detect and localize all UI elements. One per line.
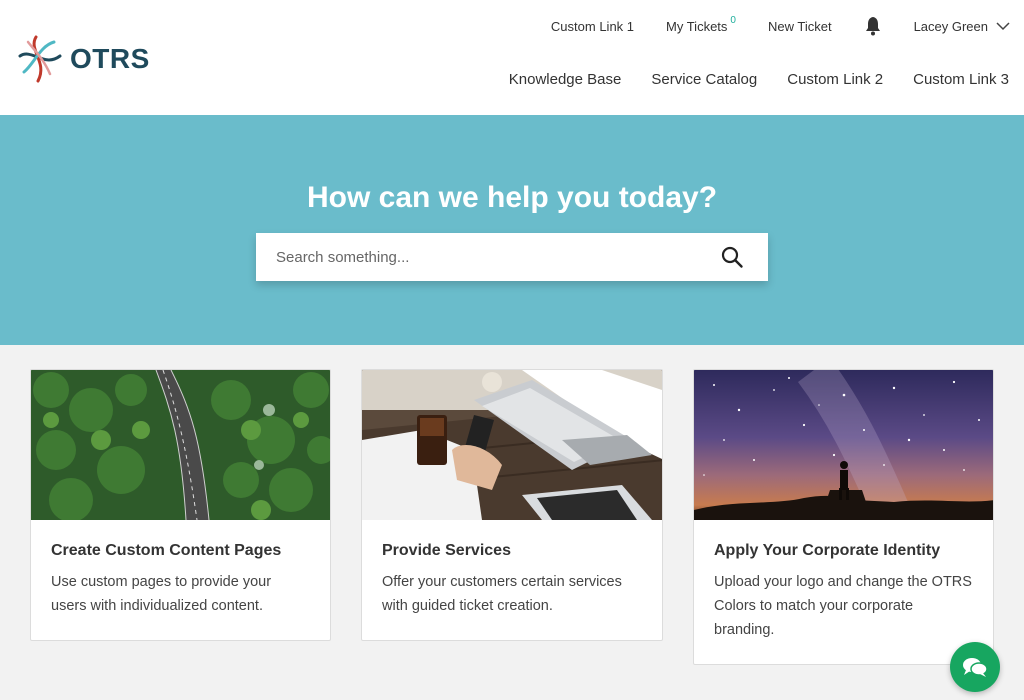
nav-custom-link-3[interactable]: Custom Link 3 <box>913 71 1009 88</box>
top-nav: Custom Link 1 My Tickets 0 New Ticket La… <box>551 15 1010 36</box>
card-title: Provide Services <box>382 542 511 559</box>
otrs-logo[interactable]: OTRS <box>14 34 150 84</box>
otrs-logo-mark-icon <box>18 35 62 83</box>
hero-banner: How can we help you today? <box>0 115 1024 345</box>
chat-button[interactable] <box>950 642 1000 692</box>
logo-wordmark: OTRS <box>70 43 150 74</box>
card-description: Use custom pages to provide your users w… <box>51 574 272 614</box>
search-box <box>256 233 768 281</box>
card-custom-content-pages[interactable]: Create Custom Content Pages Use custom p… <box>30 369 331 641</box>
card-corporate-identity[interactable]: Apply Your Corporate Identity Upload you… <box>693 369 994 665</box>
bell-icon <box>865 17 880 36</box>
chat-bubbles-icon <box>963 658 988 677</box>
top-nav-my-tickets[interactable]: My Tickets 0 <box>666 15 736 34</box>
card-title: Apply Your Corporate Identity <box>714 542 941 559</box>
nav-knowledge-base[interactable]: Knowledge Base <box>509 71 622 88</box>
top-nav-label: New Ticket <box>767 18 832 34</box>
main-nav: Knowledge Base Service Catalog Custom Li… <box>509 71 1009 88</box>
site-header: OTRS Custom Link 1 My Tickets 0 New Tick… <box>0 0 1024 115</box>
top-nav-new-ticket[interactable]: New Ticket <box>768 19 832 34</box>
notifications-button[interactable] <box>864 16 882 36</box>
forest-road-image <box>31 370 330 520</box>
nav-custom-link-2[interactable]: Custom Link 2 <box>787 71 883 88</box>
cafe-table-image <box>362 370 662 520</box>
search-icon[interactable] <box>720 245 744 269</box>
top-nav-custom-link-1[interactable]: Custom Link 1 <box>551 19 634 34</box>
hero-title: How can we help you today? <box>306 181 718 214</box>
starry-sky-image <box>694 370 993 520</box>
user-menu[interactable]: Lacey Green <box>914 19 1010 34</box>
card-provide-services[interactable]: Provide Services Offer your customers ce… <box>361 369 663 641</box>
search-input[interactable] <box>276 242 696 272</box>
card-description: Offer your customers certain services wi… <box>382 574 622 614</box>
chevron-down-icon <box>996 22 1010 31</box>
card-description: Upload your logo and change the OTRS Col… <box>714 574 972 638</box>
user-name: Lacey Green <box>913 18 988 34</box>
top-nav-label: My Tickets <box>666 18 728 34</box>
nav-service-catalog[interactable]: Service Catalog <box>651 71 757 88</box>
top-nav-label: Custom Link 1 <box>550 18 635 34</box>
tickets-count-badge: 0 <box>730 14 736 26</box>
card-title: Create Custom Content Pages <box>51 542 282 559</box>
